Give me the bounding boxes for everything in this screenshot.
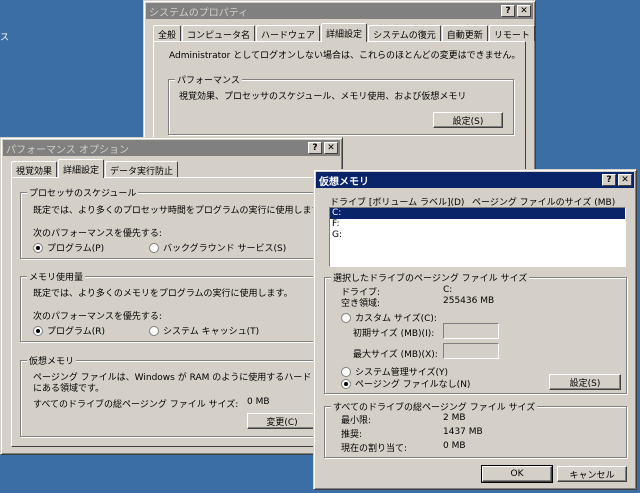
tab-visual-effects[interactable]: 視覚効果 [11,161,58,177]
processor-scheduling-label: プロセッサのスケジュール [27,186,139,199]
radio-unselected-icon [149,242,159,253]
memory-usage-label: メモリ使用量 [27,270,86,283]
help-icon[interactable]: ? [308,142,322,154]
memory-adjust-label: 次のパフォーマンスを優先する: [33,312,162,322]
memory-system-cache-label: システム キャッシュ(T) [163,327,260,337]
custom-size-radio[interactable]: カスタム サイズ(C): [341,311,437,324]
free-space-label: 空き領域: [341,299,381,309]
processor-background-label: バックグラウンド サービス(S) [163,244,287,254]
tab-advanced[interactable]: 詳細設定 [58,159,105,178]
admin-note: Administrator としてログオンしない場合は、これらのほとんどの変更は… [169,51,521,61]
memory-description: 既定では、より多くのメモリをプログラムの実行に使用します。 [33,289,293,299]
processor-programs-radio[interactable]: プログラム(P) [33,241,104,254]
radio-selected-icon [33,325,43,336]
change-button[interactable]: 変更(C) [247,413,317,429]
set-button[interactable]: 設定(S) [549,374,621,390]
drive-list[interactable]: C: F: G: [329,207,626,267]
radio-unselected-icon [341,312,351,323]
close-icon[interactable]: ✕ [324,142,338,154]
virtual-memory-label: 仮想メモリ [27,354,77,367]
tab-hardware[interactable]: ハードウェア [256,25,321,41]
minimum-value: 2 MB [443,413,466,423]
max-size-input[interactable] [443,343,499,359]
virtual-memory-window: 仮想メモリ ? ✕ ドライブ [ボリューム ラベル](D) ページング ファイル… [313,169,637,490]
memory-programs-radio[interactable]: プログラム(R) [33,324,105,337]
help-icon[interactable]: ? [602,174,616,186]
virtual-memory-titlebar[interactable]: 仮想メモリ ? ✕ [316,172,634,188]
list-item[interactable]: C: [330,208,625,219]
ok-button[interactable]: OK [481,465,553,483]
recommended-value: 1437 MB [443,427,483,437]
virtual-memory-title: 仮想メモリ [319,176,369,188]
vm-total-label: すべてのドライブの総ページング ファイル サイズ: [33,400,239,410]
no-paging-file-label: ページング ファイルなし(N) [355,380,471,390]
tab-computer-name[interactable]: コンピュータ名 [182,25,256,41]
tab-data-execution-prevention[interactable]: データ実行防止 [105,161,179,177]
processor-programs-label: プログラム(P) [47,244,105,254]
memory-usage-group: メモリ使用量 既定では、より多くのメモリをプログラムの実行に使用します。 次のパ… [20,270,327,342]
recommended-label: 推奨: [341,430,363,440]
no-paging-file-radio[interactable]: ページング ファイルなし(N) [341,377,470,390]
list-item[interactable]: G: [330,230,625,241]
virtual-memory-group: 仮想メモリ ページング ファイルは、Windows が RAM のように使用する… [20,354,349,437]
radio-unselected-icon [149,325,159,336]
tab-advanced[interactable]: 詳細設定 [321,23,368,42]
processor-adjust-label: 次のパフォーマンスを優先する: [33,229,162,239]
performance-options-window: パフォーマンス オプション ? ✕ 視覚効果 詳細設定 データ実行防止 プロセッ… [0,137,349,455]
currently-allocated-value: 0 MB [443,441,466,451]
performance-description: 視覚効果、プロセッサのスケジュール、メモリ使用、および仮想メモリ [179,92,467,102]
performance-group-label: パフォーマンス [175,73,242,86]
system-properties-titlebar[interactable]: システムのプロパティ ? ✕ [146,3,533,19]
help-icon[interactable]: ? [501,5,515,17]
initial-size-input[interactable] [443,323,499,339]
tab-system-restore[interactable]: システムの復元 [368,25,441,41]
performance-options-title: パフォーマンス オプション [6,144,129,156]
total-paging-group: すべてのドライブの総ページング ファイル サイズ 最小限: 2 MB 推奨: 1… [324,400,627,458]
performance-settings-button[interactable]: 設定(S) [433,112,503,128]
cancel-button[interactable]: キャンセル [557,466,627,482]
close-icon[interactable]: ✕ [618,174,632,186]
currently-allocated-label: 現在の割り当て: [341,444,408,454]
drive-value: C: [443,285,453,295]
close-icon[interactable]: ✕ [517,5,531,17]
performance-options-tabs: 視覚効果 詳細設定 データ実行防止 [11,159,179,178]
performance-group: パフォーマンス 視覚効果、プロセッサのスケジュール、メモリ使用、および仮想メモリ… [168,73,514,135]
tab-remote[interactable]: リモート [488,25,535,41]
list-item[interactable]: F: [330,219,625,230]
radio-selected-icon [33,242,43,253]
performance-options-titlebar[interactable]: パフォーマンス オプション ? ✕ [3,140,340,156]
processor-background-radio[interactable]: バックグラウンド サービス(S) [149,241,286,254]
vm-total-value: 0 MB [247,397,270,407]
initial-size-label: 初期サイズ (MB)(I): [353,329,435,339]
total-paging-group-label: すべてのドライブの総ページング ファイル サイズ [331,400,538,413]
vm-description-line2: にある領域です。 [33,384,105,394]
tab-general[interactable]: 全般 [153,25,182,41]
custom-size-label: カスタム サイズ(C): [355,314,437,324]
radio-selected-icon [341,378,351,389]
memory-programs-label: プログラム(R) [47,327,106,337]
selected-drive-group-label: 選択したドライブのページング ファイル サイズ [331,271,530,284]
radio-unselected-icon [341,366,351,377]
performance-options-panel: プロセッサのスケジュール 既定では、より多くのプロセッサ時間をプログラムの実行に… [11,177,349,447]
desktop-text-fragment: ス [0,33,10,43]
system-properties-title: システムのプロパティ [149,7,249,19]
memory-system-cache-radio[interactable]: システム キャッシュ(T) [149,324,259,337]
processor-scheduling-group: プロセッサのスケジュール 既定では、より多くのプロセッサ時間をプログラムの実行に… [20,186,329,259]
max-size-label: 最大サイズ (MB)(X): [353,350,438,360]
processor-description: 既定では、より多くのプロセッサ時間をプログラムの実行に使用します。 [33,206,329,216]
tab-automatic-updates[interactable]: 自動更新 [441,25,488,41]
system-properties-tabs: 全般 コンピュータ名 ハードウェア 詳細設定 システムの復元 自動更新 リモート [153,23,536,42]
minimum-label: 最小限: [341,416,372,426]
free-space-value: 255436 MB [443,296,495,306]
selected-drive-group: 選択したドライブのページング ファイル サイズ ドライブ: C: 空き領域: 2… [324,271,627,394]
